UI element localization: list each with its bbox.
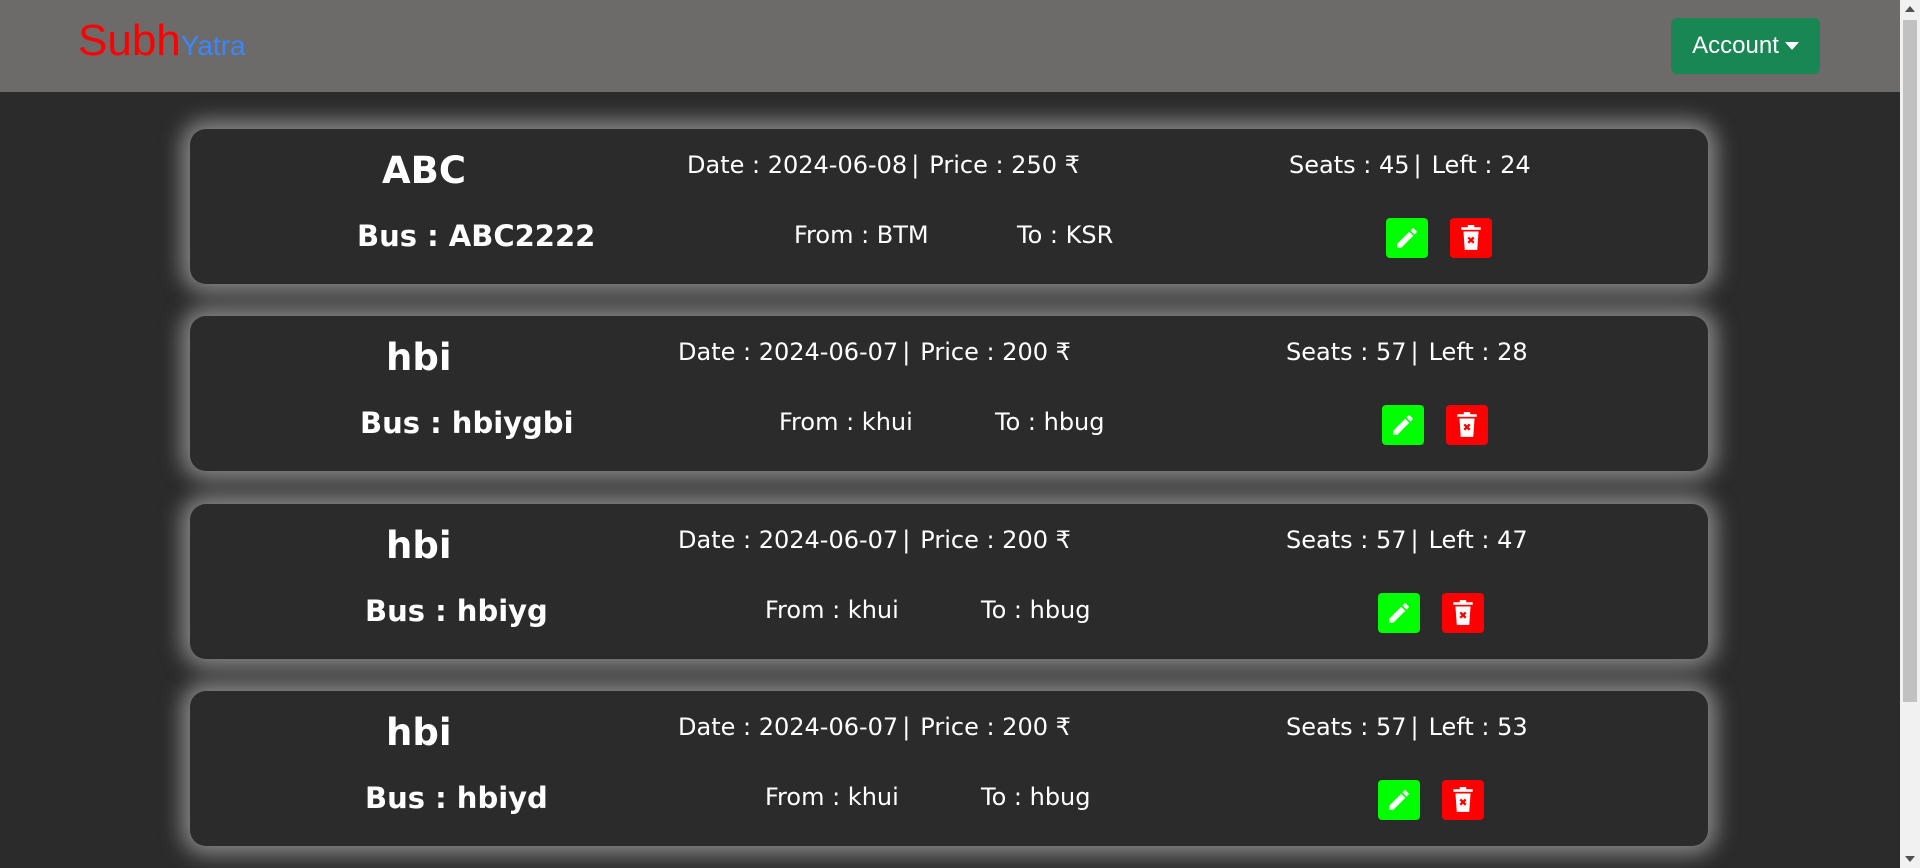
trip-seats-left: Seats : 57 | Left : 53 xyxy=(1286,713,1528,741)
trip-name: hbi xyxy=(386,524,452,567)
trip-seats-left-count: Left : 24 xyxy=(1431,151,1531,179)
trip-seats-left-count: Left : 28 xyxy=(1428,338,1528,366)
delete-button[interactable] xyxy=(1450,218,1492,258)
trip-to: To : hbug xyxy=(981,596,1091,624)
pencil-icon xyxy=(1393,415,1413,435)
trip-date-price: Date : 2024-06-08 | Price : 250 ₹ xyxy=(687,151,1080,179)
trip-card: hbi Date : 2024-06-07 | Price : 200 ₹ Seat… xyxy=(190,691,1708,846)
trash-x-icon xyxy=(1457,412,1477,437)
trip-date: Date : 2024-06-07 xyxy=(678,713,899,741)
separator: | xyxy=(1410,526,1419,554)
trip-seats-left: Seats : 45 | Left : 24 xyxy=(1289,151,1531,179)
trip-to: To : hbug xyxy=(981,783,1091,811)
trip-seats: Seats : 57 xyxy=(1286,526,1407,554)
trip-price: Price : 200 ₹ xyxy=(920,713,1071,741)
vertical-scrollbar[interactable] xyxy=(1900,0,1920,868)
trip-seats-left: Seats : 57 | Left : 47 xyxy=(1286,526,1528,554)
separator: | xyxy=(902,338,911,366)
edit-button[interactable] xyxy=(1378,780,1420,820)
brand-logo[interactable]: SubhYatra xyxy=(78,16,246,66)
scroll-up-arrow-icon[interactable] xyxy=(1905,6,1915,12)
trip-name: ABC xyxy=(382,149,466,192)
trash-x-icon xyxy=(1461,225,1481,250)
trip-bus: Bus : hbiyg xyxy=(365,594,548,628)
edit-button[interactable] xyxy=(1382,405,1424,445)
trash-x-icon xyxy=(1453,600,1473,625)
scroll-down-arrow-icon[interactable] xyxy=(1905,856,1915,862)
pencil-icon xyxy=(1397,228,1417,248)
account-dropdown-button[interactable]: Account xyxy=(1671,18,1820,74)
trash-x-icon xyxy=(1453,787,1473,812)
trip-price: Price : 250 ₹ xyxy=(929,151,1080,179)
trip-bus: Bus : hbiyd xyxy=(365,781,548,815)
separator: | xyxy=(902,713,911,741)
account-label: Account xyxy=(1692,32,1779,59)
trip-from: From : BTM xyxy=(794,221,929,249)
trip-to: To : KSR xyxy=(1017,221,1114,249)
separator: | xyxy=(902,526,911,554)
scrollbar-thumb[interactable] xyxy=(1903,20,1917,702)
trip-date: Date : 2024-06-08 xyxy=(687,151,908,179)
trip-from: From : khui xyxy=(765,783,899,811)
trip-date: Date : 2024-06-07 xyxy=(678,526,899,554)
delete-button[interactable] xyxy=(1442,593,1484,633)
trip-seats: Seats : 57 xyxy=(1286,713,1407,741)
trip-card: ABC Date : 2024-06-08 | Price : 250 ₹ Seat… xyxy=(190,129,1708,284)
brand-name-sub: Yatra xyxy=(180,30,246,61)
caret-down-icon xyxy=(1784,42,1799,50)
brand-name-main: Subh xyxy=(78,16,181,65)
edit-button[interactable] xyxy=(1386,218,1428,258)
trip-date-price: Date : 2024-06-07 | Price : 200 ₹ xyxy=(678,713,1071,741)
separator: | xyxy=(1410,713,1419,741)
edit-button[interactable] xyxy=(1378,593,1420,633)
trip-date-price: Date : 2024-06-07 | Price : 200 ₹ xyxy=(678,338,1071,366)
separator: | xyxy=(1413,151,1422,179)
pencil-icon xyxy=(1389,603,1409,623)
trip-from: From : khui xyxy=(765,596,899,624)
trip-price: Price : 200 ₹ xyxy=(920,338,1071,366)
separator: | xyxy=(1410,338,1419,366)
trip-bus: Bus : hbiygbi xyxy=(360,406,574,440)
trip-seats-left-count: Left : 47 xyxy=(1428,526,1528,554)
trip-to: To : hbug xyxy=(995,408,1105,436)
trip-price: Price : 200 ₹ xyxy=(920,526,1071,554)
trip-from: From : khui xyxy=(779,408,913,436)
delete-button[interactable] xyxy=(1442,780,1484,820)
trip-date-price: Date : 2024-06-07 | Price : 200 ₹ xyxy=(678,526,1071,554)
trip-seats-left-count: Left : 53 xyxy=(1428,713,1528,741)
trip-seats: Seats : 57 xyxy=(1286,338,1407,366)
trip-seats-left: Seats : 57 | Left : 28 xyxy=(1286,338,1528,366)
trip-bus: Bus : ABC2222 xyxy=(357,219,596,253)
trip-name: hbi xyxy=(386,336,452,379)
delete-button[interactable] xyxy=(1446,405,1488,445)
trip-date: Date : 2024-06-07 xyxy=(678,338,899,366)
pencil-icon xyxy=(1389,790,1409,810)
separator: | xyxy=(911,151,920,179)
trip-card: hbi Date : 2024-06-07 | Price : 200 ₹ Seat… xyxy=(190,316,1708,471)
top-navbar: SubhYatra Account xyxy=(0,0,1900,92)
trip-card: hbi Date : 2024-06-07 | Price : 200 ₹ Seat… xyxy=(190,504,1708,659)
trip-name: hbi xyxy=(386,711,452,754)
trip-seats: Seats : 45 xyxy=(1289,151,1410,179)
